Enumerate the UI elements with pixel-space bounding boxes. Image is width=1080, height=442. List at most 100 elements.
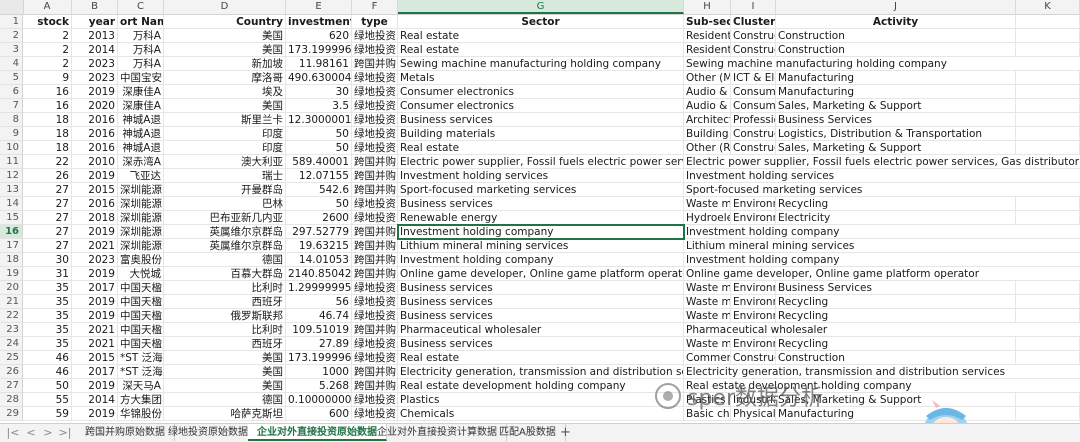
- cell-investment[interactable]: 2140.85042: [286, 267, 352, 281]
- row-number-16[interactable]: 16: [0, 225, 23, 239]
- cell-country[interactable]: 比利时: [164, 281, 286, 295]
- cell-k[interactable]: [1016, 309, 1080, 323]
- cell-stock[interactable]: 27: [23, 211, 72, 225]
- cell-subsector[interactable]: Residentia: [684, 29, 731, 43]
- cell-sector[interactable]: Real estate: [398, 29, 684, 43]
- cell-country[interactable]: 美国: [164, 29, 286, 43]
- cell-name[interactable]: 飞亚达: [118, 169, 164, 183]
- cell-name[interactable]: 中国宝安: [118, 71, 164, 85]
- cell-activity[interactable]: Recycling: [776, 309, 1016, 323]
- row-number-5[interactable]: 5: [0, 71, 23, 85]
- cell-name[interactable]: 万科A: [118, 43, 164, 57]
- cell-country[interactable]: 比利时: [164, 323, 286, 337]
- row-number-7[interactable]: 7: [0, 99, 23, 113]
- cell-activity[interactable]: Business Services: [776, 281, 1016, 295]
- header-activity[interactable]: Activity: [776, 15, 1016, 29]
- cell-year[interactable]: 2023: [72, 253, 118, 267]
- cell-subsector[interactable]: Hydroelec: [684, 211, 731, 225]
- row-number-4[interactable]: 4: [0, 57, 23, 71]
- cell-country[interactable]: 美国: [164, 99, 286, 113]
- cell-country[interactable]: 英属维尔京群岛: [164, 225, 286, 239]
- cell-type[interactable]: 绿地投资: [352, 281, 398, 295]
- cell-year[interactable]: 2017: [72, 281, 118, 295]
- cell-stock[interactable]: 35: [23, 309, 72, 323]
- cell-cluster[interactable]: Environme: [731, 211, 776, 225]
- column-header-c[interactable]: C: [118, 0, 164, 14]
- cell-sector[interactable]: Lithium mineral mining services: [398, 239, 684, 253]
- cell-k[interactable]: [1016, 337, 1080, 351]
- cell-stock[interactable]: 27: [23, 183, 72, 197]
- cell-country[interactable]: 百慕大群岛: [164, 267, 286, 281]
- cell-activity[interactable]: Logistics, Distribution & Transportation: [776, 127, 1016, 141]
- cell-type[interactable]: 绿地投资: [352, 407, 398, 421]
- cell-k[interactable]: [1016, 15, 1080, 29]
- cell-activity[interactable]: Construction: [776, 29, 1016, 43]
- cell-k[interactable]: [1016, 351, 1080, 365]
- cell-type[interactable]: 绿地投资: [352, 141, 398, 155]
- row-number-10[interactable]: 10: [0, 141, 23, 155]
- cell-k[interactable]: [1016, 407, 1080, 421]
- cell-stock[interactable]: 27: [23, 239, 72, 253]
- cell-investment[interactable]: 5.268: [286, 379, 352, 393]
- sheet-tab[interactable]: 企业对外直接投资原始数据: [248, 424, 387, 441]
- cell-name[interactable]: 神城A退: [118, 113, 164, 127]
- cell-subsector[interactable]: Pharmaceutical wholesaler: [684, 323, 1080, 337]
- cell-year[interactable]: 2019: [72, 85, 118, 99]
- cell-name[interactable]: 中国天楹: [118, 295, 164, 309]
- cell-year[interactable]: 2023: [72, 57, 118, 71]
- cell-year[interactable]: 2020: [72, 99, 118, 113]
- cell-country[interactable]: 澳大利亚: [164, 155, 286, 169]
- cell-type[interactable]: 跨国并购: [352, 183, 398, 197]
- cell-year[interactable]: 2010: [72, 155, 118, 169]
- cell-cluster[interactable]: Construct: [731, 351, 776, 365]
- add-sheet-icon[interactable]: +: [560, 424, 571, 441]
- cell-name[interactable]: 神城A退: [118, 127, 164, 141]
- cell-stock[interactable]: 59: [23, 407, 72, 421]
- cell-sector[interactable]: Real estate: [398, 351, 684, 365]
- header-sector[interactable]: Sector: [398, 15, 684, 29]
- row-number-18[interactable]: 18: [0, 253, 23, 267]
- cell-sector[interactable]: Chemicals: [398, 407, 684, 421]
- cell-type[interactable]: 跨国并购: [352, 57, 398, 71]
- row-number-23[interactable]: 23: [0, 323, 23, 337]
- cell-subsector[interactable]: Other (Re: [684, 141, 731, 155]
- cell-stock[interactable]: 22: [23, 155, 72, 169]
- cell-investment[interactable]: 50: [286, 127, 352, 141]
- cell-country[interactable]: 印度: [164, 127, 286, 141]
- cell-country[interactable]: 摩洛哥: [164, 71, 286, 85]
- cell-stock[interactable]: 30: [23, 253, 72, 267]
- cell-year[interactable]: 2015: [72, 183, 118, 197]
- cell-type[interactable]: 绿地投资: [352, 197, 398, 211]
- row-number-15[interactable]: 15: [0, 211, 23, 225]
- row-number-11[interactable]: 11: [0, 155, 23, 169]
- cell-investment[interactable]: 27.89: [286, 337, 352, 351]
- cell-type[interactable]: 跨国并购: [352, 169, 398, 183]
- cell-subsector[interactable]: Waste ma: [684, 281, 731, 295]
- cell-name[interactable]: 万科A: [118, 29, 164, 43]
- column-header-i[interactable]: I: [731, 0, 776, 14]
- cell-investment[interactable]: 3.5: [286, 99, 352, 113]
- cell-year[interactable]: 2019: [72, 169, 118, 183]
- cell-sector[interactable]: Electric power supplier, Fossil fuels el…: [398, 155, 684, 169]
- cell-stock[interactable]: 35: [23, 323, 72, 337]
- column-header-h[interactable]: H: [684, 0, 731, 14]
- cell-cluster[interactable]: Consumer: [731, 85, 776, 99]
- cell-name[interactable]: *ST 泛海: [118, 351, 164, 365]
- cell-name[interactable]: 中国天楹: [118, 281, 164, 295]
- cell-country[interactable]: 哈萨克斯坦: [164, 407, 286, 421]
- cell-sector[interactable]: Business services: [398, 309, 684, 323]
- cell-name[interactable]: 深天马A: [118, 379, 164, 393]
- cell-cluster[interactable]: ICT & Elec: [731, 71, 776, 85]
- cell-k[interactable]: [1016, 295, 1080, 309]
- cell-year[interactable]: 2021: [72, 323, 118, 337]
- cell-name[interactable]: 富奥股份: [118, 253, 164, 267]
- row-number-20[interactable]: 20: [0, 281, 23, 295]
- cell-activity[interactable]: Construction: [776, 351, 1016, 365]
- cell-investment[interactable]: 1.299999952: [286, 281, 352, 295]
- cell-name[interactable]: 万科A: [118, 57, 164, 71]
- cell-k[interactable]: [1016, 393, 1080, 407]
- cell-stock[interactable]: 50: [23, 379, 72, 393]
- column-header-d[interactable]: D: [164, 0, 286, 14]
- cell-type[interactable]: 跨国并购: [352, 253, 398, 267]
- cell-sector[interactable]: Consumer electronics: [398, 85, 684, 99]
